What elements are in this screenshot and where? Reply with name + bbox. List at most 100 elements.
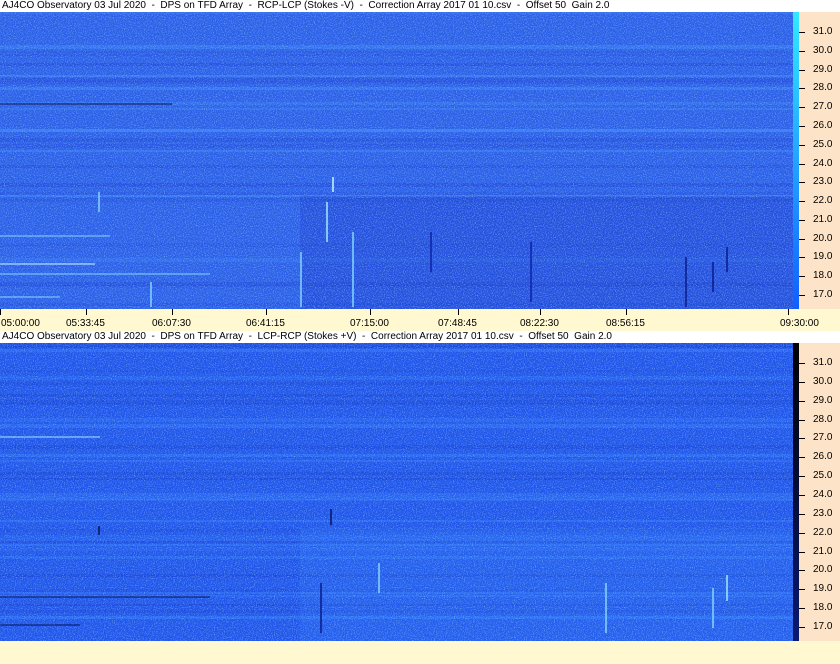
- time-tick-mark: [626, 309, 627, 315]
- noise-texture: [0, 12, 793, 309]
- time-tick-label: 09:30:00: [780, 318, 819, 329]
- frequency-tick-label: 23.0: [813, 176, 833, 188]
- radio-burst: [712, 588, 714, 628]
- frequency-tick-mark: [799, 551, 805, 553]
- radio-burst: [98, 192, 100, 212]
- time-tick-mark: [370, 309, 371, 315]
- frequency-tick-label: 28.0: [813, 413, 833, 425]
- frequency-tick-label: 17.0: [813, 621, 833, 632]
- radio-burst: [330, 509, 332, 525]
- time-tick-label: 06:07:30: [152, 318, 191, 329]
- frequency-tick-mark: [799, 219, 805, 221]
- noise-texture: [0, 343, 793, 641]
- frequency-tick-mark: [799, 532, 805, 534]
- frequency-tick-label: 27.0: [813, 101, 833, 113]
- panel1-frequency-axis: 31.0 30.0 29.0 28.0 27.0 26.0 25.0 24.0 23.0 22.0…: [799, 12, 840, 309]
- frequency-tick-mark: [799, 295, 805, 296]
- frequency-tick-mark: [799, 608, 805, 610]
- frequency-tick-label: 19.0: [813, 251, 833, 263]
- frequency-tick-label: 20.0: [813, 232, 833, 244]
- time-axis: 05:00:00 05:33:45 06:07:30 06:41:15 07:15:00…: [0, 309, 840, 331]
- time-tick-label: 07:48:45: [438, 318, 477, 329]
- frequency-tick-mark: [799, 419, 805, 421]
- frequency-tick-mark: [799, 88, 805, 90]
- frequency-tick-mark: [799, 69, 805, 71]
- frequency-tick-mark: [799, 182, 805, 184]
- radio-burst: [430, 232, 432, 272]
- time-tick-mark: [540, 309, 541, 315]
- radio-burst: [605, 583, 607, 633]
- frequency-tick-mark: [799, 457, 805, 459]
- panel1-title: AJ4CO Observatory 03 Jul 2020 - DPS on T…: [0, 0, 840, 12]
- radio-burst: [378, 563, 380, 593]
- time-tick-mark: [86, 309, 87, 315]
- frequency-tick-mark: [799, 144, 805, 146]
- frequency-tick-label: 18.0: [813, 602, 833, 614]
- radio-burst: [300, 252, 302, 307]
- time-tick-mark: [0, 309, 1, 315]
- frequency-tick-mark: [799, 125, 805, 127]
- time-tick-label: 06:41:15: [246, 318, 285, 329]
- frequency-tick-label: 22.0: [813, 526, 833, 538]
- frequency-tick-label: 18.0: [813, 270, 833, 282]
- radio-burst: [726, 247, 728, 272]
- time-tick-label: 05:33:45: [66, 318, 105, 329]
- frequency-tick-mark: [799, 495, 805, 496]
- frequency-tick-mark: [799, 50, 805, 52]
- frequency-tick-mark: [799, 513, 805, 515]
- time-tick-label: 05:00:00: [1, 318, 40, 329]
- frequency-tick-label: 28.0: [813, 82, 833, 94]
- time-tick-mark: [172, 309, 173, 315]
- panel2-title: AJ4CO Observatory 03 Jul 2020 - DPS on T…: [0, 331, 840, 343]
- frequency-tick-label: 24.0: [813, 157, 833, 169]
- radio-burst: [726, 575, 728, 601]
- radio-burst: [530, 242, 532, 302]
- frequency-tick-mark: [799, 627, 805, 628]
- frequency-tick-mark: [799, 438, 805, 440]
- frequency-tick-mark: [799, 400, 805, 402]
- frequency-tick-label: 30.0: [813, 44, 833, 56]
- frequency-tick-label: 26.0: [813, 119, 833, 131]
- frequency-tick-label: 31.0: [813, 357, 833, 368]
- time-tick-label: 08:22:30: [520, 318, 559, 329]
- frequency-tick-mark: [799, 32, 805, 33]
- time-tick-label: 07:15:00: [350, 318, 389, 329]
- frequency-tick-mark: [799, 163, 805, 165]
- frequency-tick-label: 20.0: [813, 564, 833, 576]
- frequency-tick-mark: [799, 107, 805, 109]
- radio-burst: [150, 282, 152, 307]
- frequency-tick-mark: [799, 238, 805, 240]
- frequency-tick-label: 25.0: [813, 470, 833, 482]
- frequency-tick-mark: [799, 276, 805, 278]
- radio-burst: [712, 262, 714, 292]
- frequency-tick-label: 24.0: [813, 489, 833, 500]
- radio-burst: [352, 232, 354, 307]
- frequency-tick-label: 25.0: [813, 138, 833, 150]
- panel1-spectrogram: [0, 12, 793, 309]
- frequency-tick-label: 29.0: [813, 394, 833, 406]
- frequency-tick-label: 17.0: [813, 289, 833, 300]
- frequency-tick-label: 27.0: [813, 432, 833, 444]
- frequency-tick-mark: [799, 257, 805, 259]
- time-tick-mark: [458, 309, 459, 315]
- panel2-frequency-axis: 31.0 30.0 29.0 28.0 27.0 26.0 25.0 24.0 23.0 22.0…: [799, 343, 840, 641]
- frequency-tick-label: 23.0: [813, 507, 833, 519]
- frequency-tick-label: 21.0: [813, 545, 833, 557]
- radio-burst: [332, 177, 334, 192]
- frequency-tick-mark: [799, 363, 805, 364]
- frequency-tick-label: 29.0: [813, 63, 833, 75]
- frequency-tick-label: 22.0: [813, 195, 833, 207]
- time-tick-label: 08:56:15: [606, 318, 645, 329]
- radio-burst: [326, 202, 328, 242]
- panel2-spectrogram: [0, 343, 793, 641]
- radio-burst: [685, 257, 687, 307]
- time-tick-mark: [788, 309, 789, 315]
- frequency-tick-mark: [799, 381, 805, 383]
- time-tick-mark: [266, 309, 267, 315]
- radio-burst: [320, 583, 322, 633]
- frequency-tick-label: 26.0: [813, 451, 833, 463]
- frequency-tick-mark: [799, 570, 805, 572]
- frequency-tick-mark: [799, 589, 805, 591]
- frequency-tick-label: 21.0: [813, 213, 833, 225]
- frequency-tick-label: 31.0: [813, 26, 833, 37]
